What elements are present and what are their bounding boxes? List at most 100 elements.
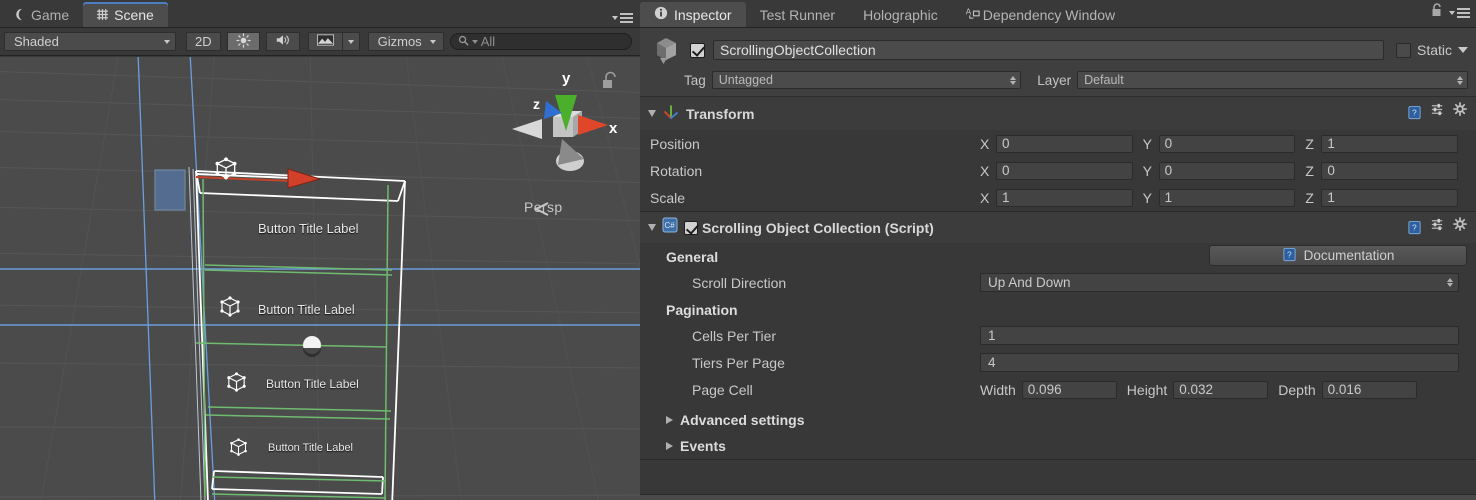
position-axes: X 0 Y 0 Z 1 [980,134,1468,153]
page-cell-height-value: 0.032 [1179,382,1214,397]
advanced-settings-foldout[interactable]: Advanced settings [640,407,1476,433]
scroll-direction-dropdown[interactable]: Up And Down [980,273,1459,292]
script-enabled-checkbox[interactable] [684,220,698,235]
rotation-x-input[interactable]: 0 [996,161,1133,180]
script-foldouts: Advanced settings Events [640,403,1476,459]
position-z-input[interactable]: 1 [1321,134,1459,153]
scene-toolbar: Shaded 2D Gizmos All [0,28,640,56]
shading-mode-dropdown[interactable]: Shaded [4,32,176,51]
general-section: General ? Documentation Scroll Direction [640,243,1476,296]
static-checkbox[interactable] [1395,42,1411,58]
image-effects-icon [316,34,334,49]
scene-lighting-toggle[interactable] [226,32,260,51]
tab-inspector[interactable]: Inspector [640,2,746,27]
dependency-icon: A [965,6,981,23]
scale-label: Scale [650,189,686,206]
rotation-z-input[interactable]: 0 [1321,161,1459,180]
scene-search-input[interactable]: All [449,33,632,50]
scene-audio-toggle[interactable] [265,32,300,51]
scene-fx-dropdown[interactable] [341,32,360,51]
position-x-input[interactable]: 0 [996,134,1133,153]
page-cell-row: Page Cell Width 0.096 Height 0.032 Depth… [640,376,1476,403]
position-x-value: 0 [1002,136,1010,151]
axis-label-z: Z [1305,189,1314,206]
static-dropdown-chevron-icon[interactable] [1458,47,1468,53]
layer-value: Default [1084,73,1124,87]
tab-dependency-window-label: Dependency Window [982,6,1116,23]
toggle-2d-label: 2D [195,34,212,49]
tiers-per-page-input[interactable]: 4 [980,353,1459,372]
info-circle-icon [654,6,668,23]
page-cell-width-input[interactable]: 0.096 [1021,380,1117,399]
help-book-icon[interactable]: ? [1407,105,1422,120]
inspector-tabbar-actions [1430,3,1470,23]
tiers-per-page-row: Tiers Per Page 4 [640,349,1476,376]
gear-icon[interactable] [1453,102,1468,122]
tag-label: Tag [684,72,706,88]
script-title: Scrolling Object Collection (Script) [702,219,934,236]
tab-game[interactable]: Game [0,2,83,27]
tag-layer-row: Tag Untagged Layer Default [650,71,1468,89]
preset-sliders-icon[interactable] [1430,102,1445,122]
scale-z-value: 1 [1327,190,1335,205]
documentation-button[interactable]: ? Documentation [1209,245,1467,266]
projection-mode-label: Persp [524,199,563,215]
cells-per-tier-input[interactable]: 1 [980,326,1459,345]
page-cell-height-input[interactable]: 0.032 [1173,380,1269,399]
page-cell-height-label: Height [1126,381,1168,398]
events-foldout[interactable]: Events [640,433,1476,459]
axis-label-x: X [980,162,990,179]
transform-position-row: Position X 0 Y 0 Z 1 [640,130,1476,157]
scene-panel-options-icon[interactable] [612,13,633,23]
scene-fx-toggle[interactable] [307,32,342,51]
prefab-wireframe-cube-icon [225,371,248,399]
gear-icon[interactable] [1453,217,1468,237]
gameobject-enabled-checkbox[interactable] [690,42,705,58]
scene-orientation-gizmo[interactable]: y x z Persp [500,61,630,221]
position-z-value: 1 [1327,136,1335,151]
chevron-down-icon [1449,11,1455,15]
layer-dropdown[interactable]: Default [1077,71,1468,89]
prefab-wireframe-cube-icon [218,295,242,324]
scene-fx-group [307,32,360,51]
transform-axis-icon [662,102,680,125]
scale-z-input[interactable]: 1 [1321,188,1459,207]
toggle-2d-button[interactable]: 2D [186,32,221,51]
menu-lines-icon [1457,8,1470,18]
padlock-icon[interactable] [1430,3,1443,23]
axis-label-y: Y [1142,135,1153,152]
gameobject-header: ScrollingObjectCollection Static Tag Unt… [640,28,1476,97]
transform-foldout-arrow[interactable] [648,110,656,117]
scale-y-input[interactable]: 1 [1158,188,1296,207]
gizmos-dropdown[interactable]: Gizmos [367,32,444,51]
cube-gameobject-icon [650,34,682,66]
position-y-input[interactable]: 0 [1158,134,1296,153]
transform-header-actions: ? [1407,102,1468,122]
tab-test-runner[interactable]: Test Runner [746,2,849,27]
help-book-icon[interactable]: ? [1407,220,1422,235]
tab-dependency-window[interactable]: A Dependency Window [952,2,1129,27]
events-label: Events [680,438,726,454]
page-cell-depth-input[interactable]: 0.016 [1321,380,1417,399]
transform-rotation-row: Rotation X 0 Y 0 Z 0 [640,157,1476,184]
component-transform: Transform ? Position X 0 Y 0 Z 1 Rotatio… [640,97,1476,212]
scale-x-input[interactable]: 1 [996,188,1133,207]
gameobject-name-input[interactable]: ScrollingObjectCollection [713,40,1384,60]
tag-dropdown[interactable]: Untagged [711,71,1022,89]
help-book-icon: ? [1282,247,1297,265]
tiers-per-page-value: 4 [988,355,996,370]
script-foldout-arrow[interactable] [648,224,656,231]
inspector-panel-options-icon[interactable] [1449,8,1470,18]
updown-arrows-icon [1447,278,1453,287]
transform-header[interactable]: Transform ? [640,97,1476,130]
tab-scene[interactable]: Scene [83,2,168,27]
scrolling-object-collection-header[interactable]: C# Scrolling Object Collection (Script) … [640,212,1476,243]
preset-sliders-icon[interactable] [1430,217,1445,237]
scene-viewport[interactable]: Button Title Label Button Title Label Bu… [0,57,640,500]
rotation-y-input[interactable]: 0 [1158,161,1296,180]
scene-object-label-1: Button Title Label [258,221,359,236]
scale-axes: X 1 Y 1 Z 1 [980,188,1468,207]
prefab-wireframe-cube-icon [228,437,249,463]
inspector-panel: Inspector Test Runner Holographic A Depe… [640,0,1476,500]
tab-holographic[interactable]: Holographic [849,2,952,27]
